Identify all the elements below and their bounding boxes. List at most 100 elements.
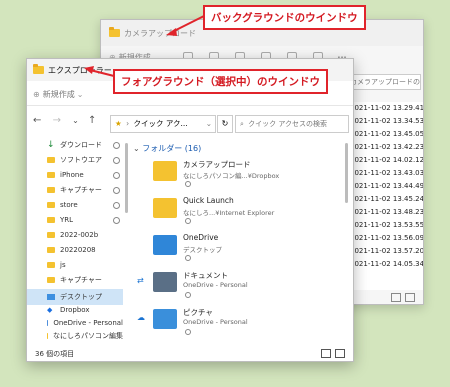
sidebar-item-label: デスクトップ	[60, 293, 102, 301]
address-dropdown-icon[interactable]: ⌄	[206, 116, 212, 132]
fg-search-input[interactable]: ⌕ クイック アクセスの検索	[235, 115, 349, 133]
refresh-icon[interactable]: ↻	[217, 115, 233, 133]
pin-icon	[185, 292, 191, 298]
bg-file-name[interactable]: 2021-11-02 14.05.34.jpg	[350, 260, 423, 268]
fg-search-placeholder: クイック アクセスの検索	[248, 120, 328, 128]
pin-icon	[113, 172, 120, 179]
star-icon: ★	[115, 119, 122, 128]
forward-arrow-icon[interactable]: →	[53, 115, 61, 126]
fg-callout-arrow	[84, 66, 115, 77]
folder-item[interactable]: OneDrive デスクトップ	[151, 231, 351, 267]
sidebar-item[interactable]: キャプチャー	[27, 272, 123, 288]
folder-icon	[153, 198, 177, 218]
onedrive-icon	[47, 320, 49, 326]
nav-buttons: ← → ⌄ ↑	[33, 115, 96, 126]
folder-icon	[47, 333, 48, 339]
cloud-icon: ☁	[137, 313, 145, 322]
folder-location: OneDrive - Personal	[183, 318, 248, 326]
bg-callout-arrow	[166, 15, 205, 36]
folder-item[interactable]: Quick Launch なにしろ...¥Internet Explorer	[151, 194, 351, 230]
bg-file-name[interactable]: 2021-11-02 13.45.05.jpg	[350, 130, 423, 138]
pin-icon	[113, 157, 120, 164]
folder-name: OneDrive	[183, 233, 219, 242]
folder-item[interactable]: ピクチャ OneDrive - Personal ☁	[137, 305, 351, 341]
folder-icon	[47, 202, 55, 208]
pin-icon	[185, 218, 191, 224]
bg-file-name[interactable]: 2021-11-02 13.53.55.jpg	[350, 221, 423, 229]
sidebar-item[interactable]: キャプチャー	[27, 182, 123, 198]
folder-name: Quick Launch	[183, 196, 234, 205]
folder-icon	[109, 27, 120, 37]
bg-file-name[interactable]: 2021-11-02 13.42.23.jpg	[350, 143, 423, 151]
details-view-icon[interactable]	[321, 349, 331, 358]
pin-icon	[113, 217, 120, 224]
sidebar-item-label: store	[60, 201, 78, 209]
bg-file-name[interactable]: 2021-11-02 13.57.20.jpg	[350, 247, 423, 255]
download-icon: ↓	[47, 140, 55, 150]
address-chevron-icon: ›	[126, 119, 130, 128]
pictures-icon	[153, 309, 177, 329]
back-arrow-icon[interactable]: ←	[33, 115, 41, 126]
folder-icon	[47, 217, 55, 223]
sidebar-item[interactable]: iPhone	[27, 167, 123, 183]
bg-file-name[interactable]: 2021-11-02 13.48.23.jpg	[350, 208, 423, 216]
bg-search-placeholder: カメラアップロードの検索	[350, 78, 420, 86]
bg-file-name[interactable]: 2021-11-02 13.45.24.jpg	[350, 195, 423, 203]
sidebar-item-label: 2022-002b	[60, 231, 99, 239]
folder-name: ドキュメント	[183, 271, 228, 280]
details-view-icon[interactable]	[391, 293, 401, 302]
tiles-view-icon[interactable]	[335, 349, 345, 358]
pin-icon	[185, 255, 191, 261]
bg-search-input[interactable]: カメラアップロードの検索	[345, 74, 421, 90]
sidebar-scroll-thumb[interactable]	[125, 143, 128, 213]
sidebar-item-label: ダウンロード	[60, 141, 102, 149]
documents-icon	[153, 272, 177, 292]
divider	[27, 105, 353, 106]
section-header[interactable]: ⌄ フォルダー (16)	[133, 143, 201, 154]
bg-file-name[interactable]: 2021-11-02 13.29.41.jpg	[350, 104, 423, 112]
bg-file-name[interactable]: 2021-11-02 14.02.12.jpg	[350, 156, 423, 164]
sidebar-item-label: キャプチャー	[60, 186, 102, 194]
sidebar-scrollbar[interactable]	[125, 139, 129, 341]
desktop-icon	[47, 294, 55, 300]
address-bar[interactable]: ★ › クイック アク... ⌄	[110, 115, 216, 133]
up-arrow-icon[interactable]: ↑	[88, 115, 96, 126]
bg-file-name[interactable]: 2021-11-02 13.34.53.jpg	[350, 117, 423, 125]
bg-file-name[interactable]: 2021-11-02 13.44.49.jpg	[350, 182, 423, 190]
pin-icon	[185, 329, 191, 335]
folder-icon	[33, 64, 44, 74]
fg-new-button[interactable]: 新規作成	[43, 89, 75, 100]
sidebar-item[interactable]: YRL	[27, 212, 123, 228]
dropbox-icon: ◆	[47, 306, 53, 314]
folder-icon	[153, 161, 177, 181]
sidebar-item-label: ソフトウエア	[60, 156, 102, 164]
background-callout: バックグラウンドのウインドウ	[203, 5, 366, 30]
folder-icon	[47, 247, 55, 253]
bg-file-name[interactable]: 2021-11-02 13.43.03.jpg	[350, 169, 423, 177]
chevron-down-icon: ⌄	[76, 89, 84, 99]
folder-item[interactable]: カメラアップロード なにしろパソコン編...¥Dropbox	[151, 157, 351, 193]
sidebar-item-label: なにしろパソコン編集	[53, 332, 123, 340]
folder-location: なにしろパソコン編...¥Dropbox	[183, 172, 280, 180]
folder-icon	[47, 187, 55, 193]
sync-icon: ⇄	[137, 276, 144, 285]
sidebar-item[interactable]: 20220208	[27, 242, 123, 258]
foreground-callout: フォアグラウンド（選択中）のウインドウ	[113, 69, 328, 94]
plus-icon[interactable]: ⊕	[33, 90, 40, 99]
sidebar-item-label: OneDrive - Personal	[53, 319, 123, 327]
tiles-view-icon[interactable]	[405, 293, 415, 302]
foreground-window[interactable]: エクスプローラー ⊕ 新規作成 ⌄ ← → ⌄ ↑ ★ › クイック アク...…	[26, 58, 354, 362]
sidebar-item[interactable]: 2022-002b	[27, 227, 123, 243]
pin-icon	[113, 202, 120, 209]
folder-location: なにしろ...¥Internet Explorer	[183, 209, 275, 217]
pin-icon	[113, 187, 120, 194]
sidebar-item[interactable]: js	[27, 257, 123, 273]
sidebar-item-label: キャプチャー	[60, 276, 102, 284]
sidebar-item[interactable]: store	[27, 197, 123, 213]
sidebar-item-label: iPhone	[60, 171, 84, 179]
bg-file-name[interactable]: 2021-11-02 13.56.09.jpg	[350, 234, 423, 242]
sidebar-item[interactable]: ソフトウエア	[27, 152, 123, 168]
recent-chevron-icon[interactable]: ⌄	[72, 116, 79, 125]
sidebar-item[interactable]: ↓ ダウンロード	[27, 137, 123, 153]
folder-item[interactable]: ドキュメント OneDrive - Personal ⇄	[137, 268, 351, 304]
